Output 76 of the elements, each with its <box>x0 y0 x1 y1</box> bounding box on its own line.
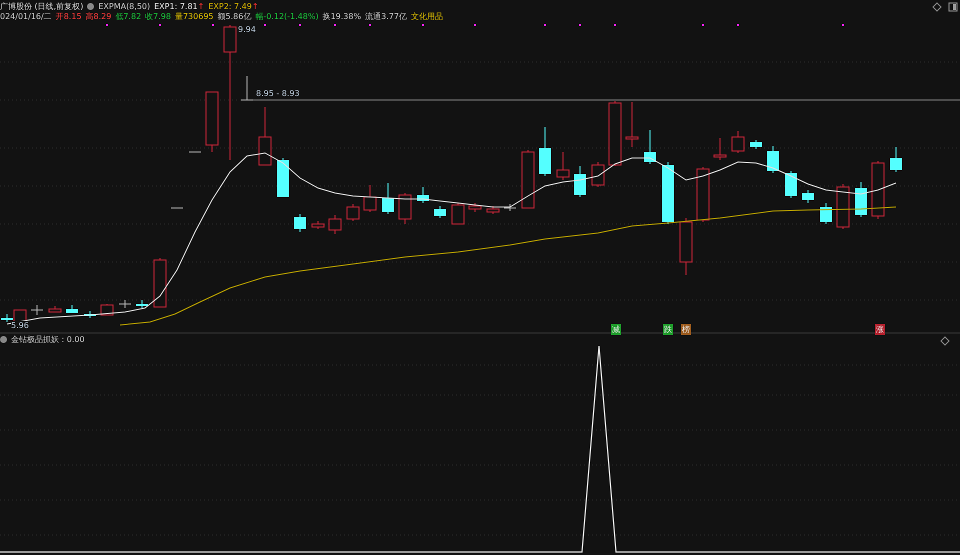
low-price-label: 5.96 <box>11 321 29 331</box>
price-range-label: 8.95 - 8.93 <box>256 89 300 99</box>
candlestick <box>486 206 500 214</box>
candlestick <box>522 150 534 208</box>
quote-field: 流通3.77亿 <box>365 11 407 22</box>
candlestick <box>626 102 638 148</box>
candlestick <box>872 160 884 220</box>
quote-field: 幅-0.12(-1.48%) <box>255 11 319 22</box>
quote-field: 额5.86亿 <box>218 11 252 22</box>
candlestick <box>30 304 44 316</box>
candlestick <box>118 300 132 308</box>
quote-field: 收7.98 <box>145 11 171 22</box>
indicator-name: EXPMA(8,50) <box>98 1 150 12</box>
candlestick <box>452 202 464 224</box>
candlestick <box>890 146 902 172</box>
signal-tag: 涨 <box>875 324 885 335</box>
candlestick <box>346 204 360 222</box>
exp-value: EXP1: 7.81 <box>154 1 198 12</box>
high-price-label: 9.94 <box>238 25 256 35</box>
signal-tag: 跌 <box>663 324 673 335</box>
candlestick <box>802 190 814 204</box>
candlestick <box>750 140 762 150</box>
candlestick <box>206 92 218 152</box>
quote-field: 换19.38% <box>322 11 362 22</box>
quote-field: 开8.15 <box>56 11 82 22</box>
candlestick <box>680 218 692 276</box>
diamond-icon[interactable] <box>940 336 950 346</box>
candlestick <box>328 214 342 234</box>
candlestick <box>84 310 96 318</box>
candlestick <box>66 304 78 314</box>
candlestick <box>732 130 744 154</box>
candlestick <box>767 146 779 174</box>
candlestick <box>398 192 412 224</box>
settings-icon[interactable] <box>0 336 7 343</box>
candlestick <box>556 152 570 180</box>
candlestick <box>539 126 551 176</box>
candlestick <box>277 158 289 198</box>
candlestick <box>364 184 376 212</box>
quote-date: 024/01/16/二 <box>0 11 52 22</box>
candlestick <box>154 258 166 308</box>
stock-title: 广博股份 (日线,前复权) <box>0 1 84 12</box>
candlestick <box>696 166 710 222</box>
candlestick <box>434 206 446 218</box>
candlestick <box>714 138 726 160</box>
indicator-label: 金钻极品抓妖 : 0.00 <box>11 334 85 345</box>
candlestick <box>644 130 656 164</box>
settings-icon[interactable] <box>87 3 94 10</box>
candlestick <box>855 182 867 218</box>
panel-icon[interactable] <box>948 2 958 12</box>
candlestick <box>820 202 832 224</box>
candlestick <box>662 162 674 224</box>
candlestick <box>608 100 622 166</box>
candlestick <box>382 182 394 214</box>
candlestick <box>592 162 604 188</box>
candlestick <box>240 76 254 100</box>
candlestick <box>785 170 797 198</box>
quote-field: 低7.82 <box>115 11 142 22</box>
candlestick <box>468 202 482 212</box>
candlestick <box>836 184 850 230</box>
candlestick <box>417 186 429 204</box>
signal-tag: 榜 <box>681 324 691 335</box>
candlestick <box>294 214 306 232</box>
quote-field: 高8.29 <box>86 11 112 22</box>
signal-tag: 减 <box>611 324 621 335</box>
diamond-icon[interactable] <box>932 2 942 12</box>
candlestick <box>48 306 62 312</box>
candlestick <box>136 300 148 308</box>
up-arrow-icon: ↑ <box>252 1 259 12</box>
exp-value: EXP2: 7.49 <box>208 1 252 12</box>
candlestick <box>504 204 516 212</box>
candlestick <box>100 304 114 316</box>
candlestick <box>258 106 272 166</box>
quote-field: 量730695 <box>174 11 214 22</box>
candlestick <box>574 166 586 198</box>
quote-field: 文化用品 <box>410 11 443 22</box>
up-arrow-icon: ↑ <box>198 1 204 12</box>
